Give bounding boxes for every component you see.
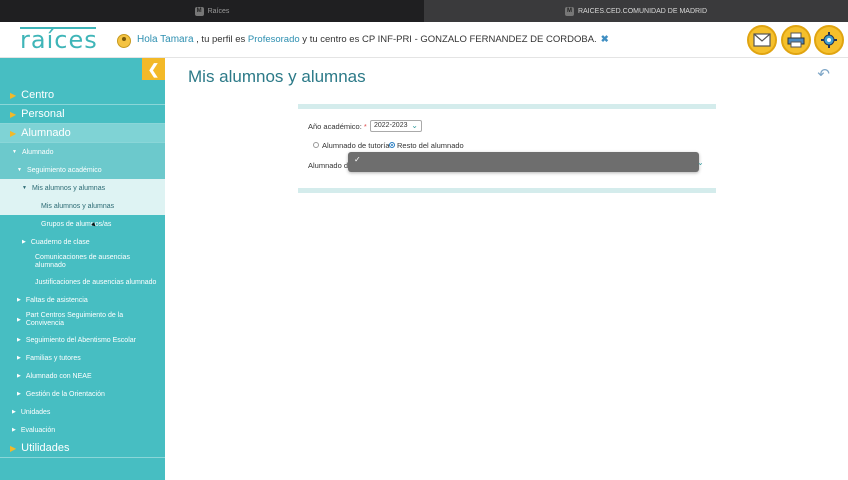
sidebar-item-label: Alumnado con NEAE — [25, 372, 92, 380]
triangle-right-icon: ▶ — [12, 409, 16, 415]
close-icon[interactable]: ✖ — [601, 34, 609, 45]
browser-tabbar: M Raíces M RAICES.CED.COMUNIDAD DE MADRI… — [0, 0, 848, 22]
sidebar-subitem-familias[interactable]: ▶ Familias y tutores — [0, 349, 165, 367]
page-title: Mis alumnos y alumnas — [188, 67, 366, 86]
dropdown-selected: ✓ — [354, 155, 361, 164]
year-select-value: 2022-2023 — [374, 122, 408, 129]
sidebar-item-label: Cuaderno de clase — [30, 238, 90, 246]
sidebar-item-label: Faltas de asistencia — [25, 296, 88, 304]
back-arrow-icon[interactable]: ↶ — [817, 65, 830, 83]
sidebar-item-label: Alumnado — [21, 127, 71, 139]
triangle-right-icon: ▶ — [17, 391, 21, 397]
triangle-right-icon: ▶ — [17, 373, 21, 379]
sidebar-subitem-grupos[interactable]: Grupos de alumnos/as — [0, 215, 165, 233]
sidebar-item-label: Gestión de la Orientación — [25, 390, 105, 398]
triangle-right-icon: ▶ — [10, 109, 17, 119]
triangle-right-icon: ▶ — [10, 443, 17, 453]
sidebar-item-label: Familias y tutores — [25, 354, 81, 362]
sidebar-item-centro[interactable]: ▶ Centro — [0, 86, 165, 105]
sidebar-item-label: Comunicaciones de ausencias alumnado — [35, 254, 130, 269]
sidebar-item-label: Seguimiento del Abentismo Escolar — [25, 336, 136, 344]
sidebar-item-label: Mis alumnos y alumnas — [41, 202, 115, 210]
profile-link[interactable]: Profesorado — [248, 34, 300, 45]
user-greeting: Hola Tamara , tu perfil es Profesorado y… — [137, 34, 609, 45]
mail-icon[interactable] — [747, 25, 777, 55]
collapse-sidebar-button[interactable]: ❮ — [142, 58, 165, 80]
triangle-right-icon: ▶ — [12, 427, 16, 433]
triangle-down-icon: ▼ — [17, 167, 22, 173]
form-panel-top-border — [298, 104, 716, 109]
sidebar-item-label: Evaluación — [20, 426, 56, 434]
sidebar-item-utilidades[interactable]: ▶ Utilidades — [0, 439, 165, 458]
triangle-down-icon: ▼ — [12, 149, 17, 155]
sidebar-item-personal[interactable]: ▶ Personal — [0, 105, 165, 124]
sidebar-subitem-faltas[interactable]: ▶ Faltas de asistencia — [0, 291, 165, 309]
year-select[interactable]: 2022-2023 ⌄ — [370, 120, 422, 132]
profile-prefix: , tu perfil es — [193, 34, 248, 45]
sidebar-subitem-absentismo[interactable]: ▶ Seguimiento del Abentismo Escolar — [0, 331, 165, 349]
sidebar-subitem-convivencia[interactable]: ▶ Part Centros Seguimiento de la Conviven… — [0, 309, 165, 331]
triangle-right-icon: ▶ — [22, 239, 26, 245]
sidebar: ❮ ▶ Centro ▶ Personal ▶ Alumnado ▼ Alumnado … — [0, 58, 165, 480]
sidebar-item-label: Utilidades — [21, 442, 70, 454]
sidebar-item-label: Centro — [21, 89, 55, 101]
app-header: raíces Hola Tamara , tu perfil es Profes… — [0, 22, 848, 58]
triangle-right-icon: ▶ — [17, 317, 21, 323]
sidebar-subitem-evaluacion[interactable]: ▶ Evaluación — [0, 421, 165, 439]
sidebar-subitem-seguimiento-academico[interactable]: ▼ Seguimiento académico — [0, 161, 165, 179]
raices-logo[interactable]: raíces — [20, 26, 98, 54]
sidebar-item-label: Grupos de alumnos/as — [41, 220, 112, 228]
sidebar-item-label: Mis alumnos y alumnas — [31, 184, 106, 192]
browser-tab-raices[interactable]: M Raíces — [0, 0, 424, 22]
sidebar-subitem-justificaciones[interactable]: Justificaciones de ausencias alumnado — [0, 273, 165, 291]
triangle-right-icon: ▶ — [17, 297, 21, 303]
radio-tutoria-label[interactable]: Alumnado de tutoría — [322, 141, 390, 150]
alumnado-label: Alumnado de — [308, 161, 353, 170]
sidebar-subitem-alumnado[interactable]: ▼ Alumnado — [0, 143, 165, 161]
year-label: Año académico: * — [308, 122, 367, 131]
sidebar-subitem-mis-alumnos[interactable]: ▼ Mis alumnos y alumnas — [0, 179, 165, 197]
favicon-icon: M — [564, 6, 574, 16]
sidebar-item-label: Unidades — [20, 408, 51, 416]
print-icon[interactable] — [781, 25, 811, 55]
radio-resto-label[interactable]: Resto del alumnado — [397, 141, 464, 150]
tab-title: RAICES.CED.COMUNIDAD DE MADRID — [577, 7, 708, 15]
sidebar-menu: ▶ Centro ▶ Personal ▶ Alumnado ▼ Alumnado ▼ S… — [0, 86, 165, 458]
chevron-down-icon: ⌄ — [697, 158, 704, 167]
tab-title: Raíces — [207, 7, 230, 15]
sidebar-subitem-unidades[interactable]: ▶ Unidades — [0, 403, 165, 421]
sidebar-subitem-comunicaciones[interactable]: Comunicaciones de ausencias alumnado — [0, 251, 165, 273]
browser-tab-raices-ced[interactable]: M RAICES.CED.COMUNIDAD DE MADRID — [424, 0, 848, 22]
sidebar-item-label: Personal — [21, 108, 65, 120]
required-mark: * — [363, 122, 367, 131]
triangle-right-icon: ▶ — [10, 90, 17, 100]
triangle-down-icon: ▼ — [22, 185, 27, 191]
sidebar-subitem-neae[interactable]: ▶ Alumnado con NEAE — [0, 367, 165, 385]
sidebar-subitem-mis-alumnos-page[interactable]: Mis alumnos y alumnas — [0, 197, 165, 215]
center-text: y tu centro es CP INF-PRI - GONZALO FERN… — [299, 34, 597, 45]
sidebar-item-label: Part Centros Seguimiento de la Convivenc… — [25, 312, 124, 327]
greeting-name: Hola Tamara — [137, 34, 194, 45]
radio-tutoria[interactable] — [313, 142, 319, 148]
radio-resto[interactable] — [389, 142, 395, 148]
triangle-right-icon: ▶ — [10, 128, 17, 138]
sidebar-subitem-orientacion[interactable]: ▶ Gestión de la Orientación — [0, 385, 165, 403]
favicon-icon: M — [194, 6, 204, 16]
triangle-right-icon: ▶ — [17, 355, 21, 361]
chevron-down-icon: ⌄ — [411, 121, 418, 130]
year-label-text: Año académico: — [308, 122, 362, 131]
user-icon — [117, 34, 131, 48]
form-panel-bottom-border — [298, 188, 716, 193]
settings-gear-icon[interactable] — [814, 25, 844, 55]
alumnado-dropdown[interactable]: ✓ — [348, 152, 699, 172]
sidebar-item-alumnado[interactable]: ▶ Alumnado — [0, 124, 165, 143]
sidebar-subitem-cuaderno[interactable]: ▶ Cuaderno de clase — [0, 233, 165, 251]
main-content: Mis alumnos y alumnas ↶ Año académico: *… — [165, 58, 848, 480]
sidebar-item-label: Seguimiento académico — [26, 166, 102, 174]
sidebar-item-label: Alumnado — [21, 148, 54, 156]
sidebar-item-label: Justificaciones de ausencias alumnado — [35, 278, 157, 286]
triangle-right-icon: ▶ — [17, 337, 21, 343]
